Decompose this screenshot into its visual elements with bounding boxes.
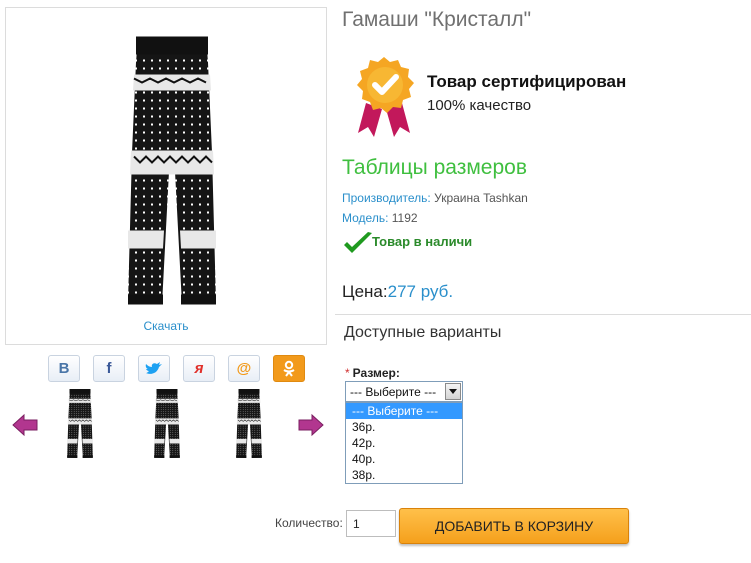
manufacturer-label[interactable]: Производитель: bbox=[342, 191, 431, 205]
share-mailru-button[interactable]: @ bbox=[228, 355, 260, 382]
odnoklassniki-icon bbox=[283, 360, 295, 377]
thumbnail-image[interactable] bbox=[235, 388, 263, 460]
model-value: 1192 bbox=[391, 211, 418, 225]
thumbnails-prev-arrow-icon[interactable] bbox=[12, 413, 38, 437]
size-option[interactable]: --- Выберите --- bbox=[346, 403, 462, 419]
manufacturer-row: Производитель: Украина Tashkan bbox=[342, 191, 528, 205]
size-table-link[interactable]: Таблицы размеров bbox=[342, 156, 527, 180]
size-option[interactable]: 38р. bbox=[346, 467, 462, 483]
certified-subtitle: 100% качество bbox=[427, 97, 532, 114]
share-yaru-button[interactable]: я bbox=[183, 355, 215, 382]
zoom-link[interactable]: Скачать bbox=[6, 319, 326, 333]
size-option[interactable]: 40р. bbox=[346, 451, 462, 467]
stock-status: Товар в наличи bbox=[372, 234, 473, 249]
model-label: Модель: bbox=[342, 211, 389, 225]
manufacturer-value: Украина Tashkan bbox=[434, 191, 528, 205]
vkontakte-icon: В bbox=[58, 360, 70, 377]
product-image-frame: Скачать bbox=[5, 7, 327, 345]
chevron-down-icon bbox=[449, 389, 457, 394]
share-vkontakte-button[interactable]: В bbox=[48, 355, 80, 382]
size-option-label: * Размер: bbox=[345, 366, 400, 380]
quantity-input[interactable] bbox=[346, 510, 396, 537]
divider bbox=[335, 314, 751, 315]
product-main-image[interactable] bbox=[124, 30, 220, 315]
mailru-icon: @ bbox=[236, 360, 252, 377]
certified-title: Товар сертифицирован bbox=[427, 72, 627, 91]
size-option[interactable]: 42р. bbox=[346, 435, 462, 451]
thumbnail-image[interactable] bbox=[153, 388, 181, 460]
options-heading: Доступные варианты bbox=[344, 324, 502, 341]
quantity-label: Количество: bbox=[275, 516, 343, 530]
product-title: Гамаши "Кристалл" bbox=[342, 8, 532, 31]
add-to-cart-button[interactable]: ДОБАВИТЬ В КОРЗИНУ bbox=[399, 508, 629, 544]
size-dropdown-list: --- Выберите --- 36р. 42р. 40р. 38р. bbox=[345, 402, 463, 484]
size-option[interactable]: 36р. bbox=[346, 419, 462, 435]
price-value: 277 руб. bbox=[387, 282, 454, 301]
size-label-text: Размер: bbox=[352, 366, 400, 380]
thumbnail-image[interactable] bbox=[66, 388, 94, 460]
in-stock-check-icon bbox=[344, 232, 372, 253]
twitter-icon bbox=[145, 361, 162, 374]
size-select[interactable]: --- Выберите --- bbox=[345, 381, 463, 402]
share-odnoklassniki-button[interactable] bbox=[273, 355, 305, 382]
yaru-icon: я bbox=[194, 360, 204, 377]
share-twitter-button[interactable] bbox=[138, 355, 170, 382]
facebook-icon: f bbox=[106, 360, 112, 377]
price-label: Цена: bbox=[342, 282, 388, 301]
required-mark: * bbox=[345, 366, 350, 380]
share-facebook-button[interactable]: f bbox=[93, 355, 125, 382]
price: Цена:277 руб. bbox=[342, 282, 453, 302]
certified-badge-icon bbox=[357, 57, 414, 137]
model-row: Модель: 1192 bbox=[342, 211, 418, 225]
dropdown-button[interactable] bbox=[445, 383, 461, 400]
size-select-value: --- Выберите --- bbox=[350, 385, 437, 399]
thumbnails-next-arrow-icon[interactable] bbox=[298, 413, 324, 437]
